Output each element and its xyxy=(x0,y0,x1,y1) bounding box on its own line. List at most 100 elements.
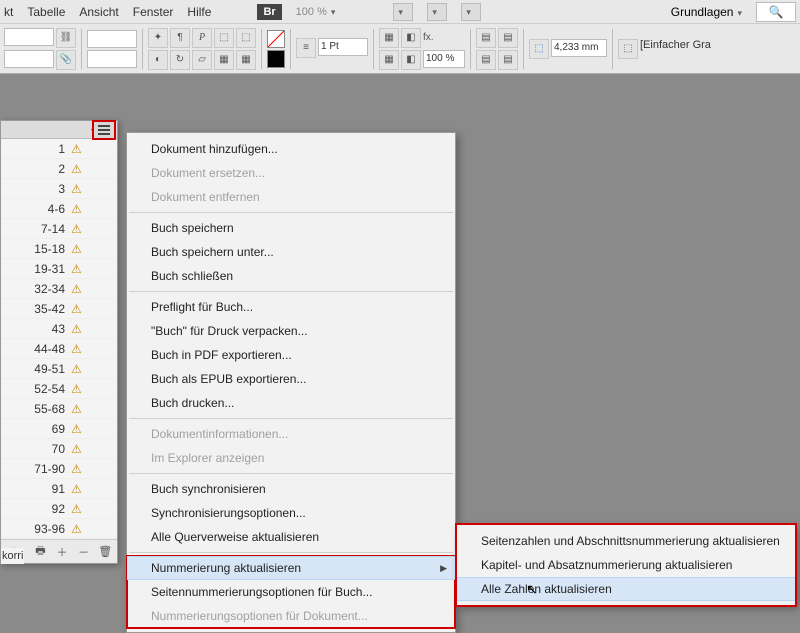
page-row[interactable]: 70⚠ xyxy=(1,439,117,459)
submenu-chapter-para[interactable]: Kapitel- und Absatznummerierung aktualis… xyxy=(457,553,795,577)
menu-fenster[interactable]: Fenster xyxy=(133,5,174,19)
page-range: 69 xyxy=(35,422,65,436)
menu-kt[interactable]: kt xyxy=(4,5,13,19)
page-row[interactable]: 4-6⚠ xyxy=(1,199,117,219)
warning-icon: ⚠ xyxy=(71,162,85,176)
align-icon[interactable]: ⬚ xyxy=(214,28,234,48)
para-icon[interactable]: ¶ xyxy=(170,28,190,48)
menu-sync-opts[interactable]: Synchronisierungsoptionen... xyxy=(127,501,455,525)
graphic-style-label[interactable]: [Einfacher Gra xyxy=(640,39,711,59)
print-icon[interactable]: 🖶 xyxy=(33,544,49,560)
view-mode-icon[interactable] xyxy=(393,3,413,21)
page-row[interactable]: 43⚠ xyxy=(1,319,117,339)
rotate-icon[interactable]: ↻ xyxy=(170,50,190,70)
menu-book-save-as[interactable]: Buch speichern unter... xyxy=(127,240,455,264)
wrap2-icon[interactable]: ▤ xyxy=(498,28,518,48)
page-row[interactable]: 44-48⚠ xyxy=(1,339,117,359)
panel-menu-button[interactable] xyxy=(92,120,116,140)
menu-preflight[interactable]: Preflight für Buch... xyxy=(127,295,455,319)
menu-book-close[interactable]: Buch schließen xyxy=(127,264,455,288)
submenu-all-nums[interactable]: Alle Zahlen aktualisieren xyxy=(457,577,795,601)
page-row[interactable]: 35-42⚠ xyxy=(1,299,117,319)
opacity-icon[interactable]: ◧ xyxy=(401,28,421,48)
wrap-icon[interactable]: ▤ xyxy=(476,28,496,48)
page-row[interactable]: 2⚠ xyxy=(1,159,117,179)
bridge-badge[interactable]: Br xyxy=(257,4,281,20)
page-range: 93-96 xyxy=(34,522,65,536)
shear-icon[interactable]: ▱ xyxy=(192,50,212,70)
grid-icon[interactable]: ▦ xyxy=(214,50,234,70)
wrap4-icon[interactable]: ▤ xyxy=(498,50,518,70)
page-row[interactable]: 92⚠ xyxy=(1,499,117,519)
anchor-icon[interactable]: ✦ xyxy=(148,28,168,48)
menu-book-save[interactable]: Buch speichern xyxy=(127,216,455,240)
warning-icon: ⚠ xyxy=(71,462,85,476)
search-input[interactable]: 🔍 xyxy=(756,2,796,22)
warning-icon: ⚠ xyxy=(71,322,85,336)
layer-icon[interactable]: ◧ xyxy=(401,50,421,70)
page-range: 91 xyxy=(35,482,65,496)
add-icon[interactable]: ＋ xyxy=(54,544,70,560)
warning-icon: ⚠ xyxy=(71,182,85,196)
menu-doc-add[interactable]: Dokument hinzufügen... xyxy=(127,137,455,161)
trash-icon[interactable]: 🗑 xyxy=(97,544,113,560)
page-row[interactable]: 15-18⚠ xyxy=(1,239,117,259)
clip-icon[interactable]: 📎 xyxy=(56,50,76,70)
page-row[interactable]: 1⚠ xyxy=(1,139,117,159)
page-row[interactable]: 32-34⚠ xyxy=(1,279,117,299)
page-row[interactable]: 19-31⚠ xyxy=(1,259,117,279)
zoom-level[interactable]: 100 % xyxy=(296,6,336,18)
menu-print[interactable]: Buch drucken... xyxy=(127,391,455,415)
menu-package[interactable]: "Buch" für Druck verpacken... xyxy=(127,319,455,343)
page-range: 44-48 xyxy=(34,342,65,356)
page-row[interactable]: 69⚠ xyxy=(1,419,117,439)
dist-icon[interactable]: ⬚ xyxy=(236,28,256,48)
menu-numbering[interactable]: Nummerierung aktualisieren xyxy=(127,556,455,580)
screen-mode-icon[interactable] xyxy=(427,3,447,21)
y-field[interactable] xyxy=(4,50,54,68)
fill-swatch[interactable] xyxy=(267,30,285,48)
opacity-field[interactable] xyxy=(423,50,465,68)
menu-export-pdf[interactable]: Buch in PDF exportieren... xyxy=(127,343,455,367)
arrange-icon[interactable] xyxy=(461,3,481,21)
warning-icon: ⚠ xyxy=(71,142,85,156)
menu-xref[interactable]: Alle Querverweise aktualisieren xyxy=(127,525,455,549)
page-row[interactable]: 52-54⚠ xyxy=(1,379,117,399)
wrap3-icon[interactable]: ▤ xyxy=(476,50,496,70)
warning-icon: ⚠ xyxy=(71,402,85,416)
page-row[interactable]: 71-90⚠ xyxy=(1,459,117,479)
grid2-icon[interactable]: ▦ xyxy=(236,50,256,70)
menu-export-epub[interactable]: Buch als EPUB exportieren... xyxy=(127,367,455,391)
w-field[interactable] xyxy=(87,30,137,48)
workspace-switcher[interactable]: Grundlagen xyxy=(671,5,742,19)
stroke-style-icon[interactable]: ≡ xyxy=(296,38,316,58)
page-row[interactable]: 55-68⚠ xyxy=(1,399,117,419)
fx-icon[interactable]: ▦ xyxy=(379,28,399,48)
menu-page-num-opts[interactable]: Seitennummerierungsoptionen für Buch... xyxy=(127,580,455,604)
page-row[interactable]: 7-14⚠ xyxy=(1,219,117,239)
page-row[interactable]: 3⚠ xyxy=(1,179,117,199)
warning-icon: ⚠ xyxy=(71,522,85,536)
menu-sync[interactable]: Buch synchronisieren xyxy=(127,477,455,501)
frame-icon[interactable]: ⬚ xyxy=(529,39,549,59)
x-field[interactable] xyxy=(4,28,54,46)
remove-icon[interactable]: － xyxy=(76,544,92,560)
stroke-swatch[interactable] xyxy=(267,50,285,68)
warning-icon: ⚠ xyxy=(71,482,85,496)
reflect-icon[interactable]: ◐ xyxy=(148,50,168,70)
link-icon[interactable]: ⛓ xyxy=(56,28,76,48)
h-field[interactable] xyxy=(87,50,137,68)
blend-icon[interactable]: ▦ xyxy=(379,50,399,70)
submenu-page-section[interactable]: Seitenzahlen und Abschnittsnummerierung … xyxy=(457,529,795,553)
snap-field[interactable] xyxy=(551,39,607,57)
stroke-weight[interactable] xyxy=(318,38,368,56)
menu-ansicht[interactable]: Ansicht xyxy=(79,5,118,19)
corner-icon[interactable]: ⬚ xyxy=(618,39,638,59)
p-icon[interactable]: P xyxy=(192,28,212,48)
page-row[interactable]: 49-51⚠ xyxy=(1,359,117,379)
page-row[interactable]: 93-96 ⚠ xyxy=(1,519,117,539)
menu-tabelle[interactable]: Tabelle xyxy=(27,5,65,19)
menu-hilfe[interactable]: Hilfe xyxy=(187,5,211,19)
numbering-submenu: Seitenzahlen und Abschnittsnummerierung … xyxy=(456,524,796,606)
page-row[interactable]: 91 ⚠ xyxy=(1,479,117,499)
